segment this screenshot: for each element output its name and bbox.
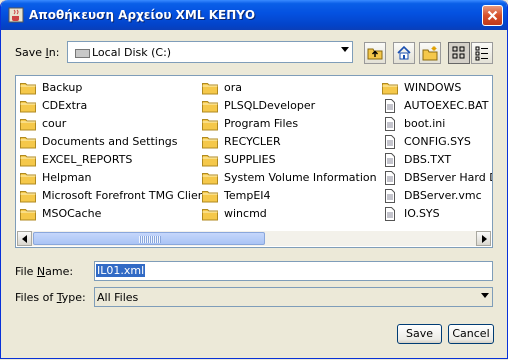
folder-icon <box>202 135 218 149</box>
file-list-item-name: Helpman <box>42 171 92 184</box>
chevron-down-icon[interactable] <box>481 293 489 298</box>
file-list-item-name: boot.ini <box>404 117 446 130</box>
home-icon <box>397 45 411 60</box>
save-in-label: Save In: <box>15 46 60 59</box>
file-list-item-name: Documents and Settings <box>42 135 178 148</box>
file-list-item-name: System Volume Information <box>224 171 377 184</box>
folder-icon <box>20 81 36 95</box>
file-list-item-name: Program Files <box>224 117 299 130</box>
file-list-item-name: DBS.TXT <box>404 153 452 166</box>
list-view-button[interactable] <box>448 42 470 64</box>
horizontal-scrollbar[interactable] <box>17 231 491 246</box>
folder-icon <box>20 207 36 221</box>
scroll-left-button[interactable] <box>17 231 32 246</box>
file-list-item-name: DBServer.vmc <box>404 189 482 202</box>
file-list-item-name: RECYCLER <box>224 135 281 148</box>
close-icon <box>487 10 498 21</box>
folder-icon <box>202 99 218 113</box>
file-list-item-name: Backup <box>42 81 83 94</box>
file-icon <box>382 117 398 131</box>
folder-icon <box>20 117 36 131</box>
chevron-down-icon[interactable] <box>341 47 349 52</box>
close-button[interactable] <box>482 5 503 26</box>
file-icon <box>382 207 398 221</box>
file-list-item-name: PLSQLDeveloper <box>224 99 316 112</box>
arrow-left-icon <box>22 235 27 243</box>
save-in-combo[interactable]: Local Disk (C:) <box>67 41 353 63</box>
file-list-item-name: ora <box>224 81 242 94</box>
details-view-icon <box>475 46 488 61</box>
folder-icon <box>202 171 218 185</box>
local-disk-icon <box>75 49 90 58</box>
up-folder-icon <box>367 48 383 60</box>
list-view-icon <box>452 46 465 59</box>
files-of-type-label: Files of Type: <box>15 291 86 304</box>
folder-icon <box>20 171 36 185</box>
file-list-item-name: Microsoft Forefront TMG Client <box>42 189 210 202</box>
folder-icon <box>20 99 36 113</box>
grip-icon <box>139 236 161 243</box>
scroll-thumb[interactable] <box>33 232 265 245</box>
file-list-item-name: wincmd <box>224 207 267 220</box>
file-list-item-name: EXCEL_REPORTS <box>42 153 133 166</box>
file-icon <box>382 135 398 149</box>
save-dialog-window: Αποθήκευση Αρχείου XML ΚΕΠΥΟ Save In: Lo… <box>0 0 508 359</box>
new-folder-button[interactable] <box>419 42 441 64</box>
new-folder-icon <box>422 46 438 61</box>
files-of-type-combo[interactable]: All Files <box>94 287 493 307</box>
folder-icon <box>202 189 218 203</box>
file-name-value: IL01.xml <box>96 264 146 277</box>
file-name-input[interactable]: IL01.xml <box>94 261 493 281</box>
file-list-item-name: IO.SYS <box>404 207 440 220</box>
folder-icon <box>202 117 218 131</box>
title-bar[interactable]: Αποθήκευση Αρχείου XML ΚΕΠΥΟ <box>1 0 507 30</box>
arrow-right-icon <box>482 235 487 243</box>
folder-icon <box>382 81 398 95</box>
folder-icon <box>20 135 36 149</box>
folder-icon <box>202 207 218 221</box>
file-icon <box>382 99 398 113</box>
file-list-item-name: AUTOEXEC.BAT <box>404 99 489 112</box>
file-list-item-name: CDExtra <box>42 99 88 112</box>
file-icon <box>382 189 398 203</box>
file-list-item-name: TempEI4 <box>224 189 271 202</box>
home-button[interactable] <box>393 42 415 64</box>
file-list-item-name: CONFIG.SYS <box>404 135 471 148</box>
file-list-item-name: cour <box>42 117 67 130</box>
folder-icon <box>20 153 36 167</box>
file-list-item-name: DBServer Hard Disk <box>404 171 492 184</box>
file-icon <box>382 153 398 167</box>
details-view-button[interactable] <box>471 42 493 64</box>
up-one-level-button[interactable] <box>364 42 386 64</box>
file-list-item-name: WINDOWS <box>404 81 462 94</box>
folder-icon <box>202 81 218 95</box>
file-name-label: File Name: <box>15 265 74 278</box>
file-icon <box>382 171 398 185</box>
folder-icon <box>20 189 36 203</box>
scroll-right-button[interactable] <box>476 231 491 246</box>
java-cup-icon <box>8 7 24 23</box>
files-of-type-value: All Files <box>97 291 139 304</box>
save-button[interactable]: Save <box>397 324 442 344</box>
save-in-value: Local Disk (C:) <box>92 46 172 59</box>
cancel-button[interactable]: Cancel <box>448 324 494 344</box>
window-title: Αποθήκευση Αρχείου XML ΚΕΠΥΟ <box>29 8 256 22</box>
file-list-item-name: MSOCache <box>42 207 102 220</box>
folder-icon <box>202 153 218 167</box>
file-list-item-name: SUPPLIES <box>224 153 276 166</box>
file-list[interactable]: Backup CDExtra cour Documents and Settings E… <box>15 75 493 248</box>
